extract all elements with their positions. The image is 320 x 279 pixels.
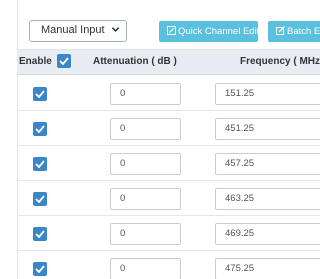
checkmark-icon bbox=[35, 230, 45, 238]
quick-channel-edit-button[interactable]: Quick Channel Edit bbox=[159, 21, 258, 42]
table-row: 0 151.25 bbox=[17, 76, 320, 111]
chevron-down-icon bbox=[111, 27, 120, 32]
attenuation-input[interactable]: 0 bbox=[110, 188, 181, 210]
row-enable-checkbox[interactable] bbox=[33, 262, 47, 276]
checkmark-icon bbox=[59, 57, 69, 65]
attenuation-column-header: Attenuation ( dB ) bbox=[93, 56, 177, 67]
row-enable-checkbox[interactable] bbox=[33, 192, 47, 206]
checkmark-icon bbox=[35, 125, 45, 133]
frequency-input[interactable]: 451.25 bbox=[215, 118, 320, 140]
checkmark-icon bbox=[35, 195, 45, 203]
attenuation-input[interactable]: 0 bbox=[110, 118, 181, 140]
checkmark-icon bbox=[35, 160, 45, 168]
row-enable-checkbox[interactable] bbox=[33, 122, 47, 136]
attenuation-input[interactable]: 0 bbox=[110, 153, 181, 175]
input-mode-select[interactable]: Manual Input bbox=[29, 20, 127, 42]
row-enable-checkbox[interactable] bbox=[33, 157, 47, 171]
table-row: 0 457.25 bbox=[17, 146, 320, 181]
edit-box-icon bbox=[167, 26, 176, 35]
pencil-square-icon bbox=[276, 26, 285, 35]
row-enable-checkbox[interactable] bbox=[33, 227, 47, 241]
frequency-column-header: Frequency ( MHz ) bbox=[240, 56, 320, 67]
attenuation-input[interactable]: 0 bbox=[110, 258, 181, 279]
frequency-input[interactable]: 469.25 bbox=[215, 223, 320, 245]
table-row: 0 451.25 bbox=[17, 111, 320, 146]
select-all-checkbox[interactable] bbox=[57, 54, 71, 68]
table-row: 0 475.25 bbox=[17, 251, 320, 279]
table-row: 0 469.25 bbox=[17, 216, 320, 251]
table-header: Enable Attenuation ( dB ) Frequency ( MH… bbox=[17, 49, 320, 75]
frequency-input[interactable]: 463.25 bbox=[215, 188, 320, 210]
attenuation-input[interactable]: 0 bbox=[110, 83, 181, 105]
input-mode-value: Manual Input bbox=[41, 24, 105, 36]
table-row: 0 463.25 bbox=[17, 181, 320, 216]
enable-column-header: Enable bbox=[19, 56, 52, 67]
checkmark-icon bbox=[35, 90, 45, 98]
quick-channel-edit-label: Quick Channel Edit bbox=[178, 26, 258, 37]
attenuation-input[interactable]: 0 bbox=[110, 223, 181, 245]
row-enable-checkbox[interactable] bbox=[33, 87, 47, 101]
batch-edit-label: Batch Ed bbox=[287, 26, 320, 37]
checkmark-icon bbox=[35, 265, 45, 273]
batch-edit-button[interactable]: Batch Ed bbox=[268, 21, 320, 42]
frequency-input[interactable]: 457.25 bbox=[215, 153, 320, 175]
frequency-input[interactable]: 475.25 bbox=[215, 258, 320, 279]
channel-table-panel: Manual Input Quick Channel Edit Batch Ed… bbox=[0, 0, 320, 279]
frequency-input[interactable]: 151.25 bbox=[215, 83, 320, 105]
